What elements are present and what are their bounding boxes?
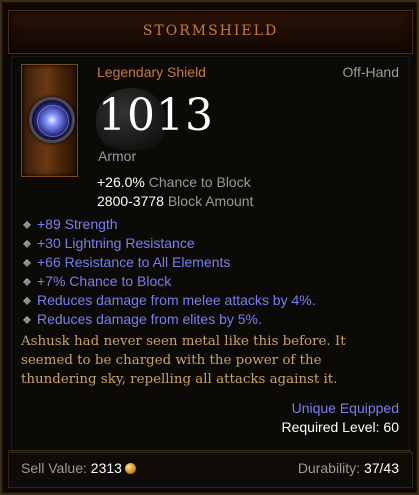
shield-rim — [37, 105, 69, 137]
footer-divider — [8, 450, 411, 451]
gold-coin-icon — [124, 463, 136, 474]
affix-text: +7% Chance to Block — [37, 273, 172, 289]
unique-equipped-label: Unique Equipped — [291, 400, 399, 416]
durability-value: 37/43 — [363, 460, 399, 476]
block-chance-stat: +26.0% Chance to Block — [97, 174, 251, 190]
affix-item: +89 Strength — [21, 215, 316, 234]
diamond-bullet-icon — [23, 258, 31, 267]
item-portrait — [21, 64, 78, 177]
flavor-line: Ashusk had never seen metal like this be… — [21, 334, 346, 349]
affix-text: +30 Lightning Resistance — [37, 235, 195, 251]
diamond-bullet-icon — [23, 277, 31, 286]
flavor-line: thundering sky, repelling all attacks ag… — [21, 372, 338, 387]
item-slot: Off-Hand — [342, 64, 399, 80]
block-amount-label: Block Amount — [167, 193, 254, 209]
block-chance-value: +26.0% — [97, 174, 145, 190]
sell-value-amount: 2313 — [90, 460, 122, 476]
durability: Durability: 37/43 — [298, 460, 399, 476]
affix-item: Reduces damage from elites by 5%. — [21, 310, 316, 329]
affix-text: Reduces damage from elites by 5%. — [37, 311, 262, 327]
affix-text: +66 Resistance to All Elements — [37, 254, 231, 270]
flavor-line: seemed to be charged with the power of t… — [21, 353, 322, 368]
diamond-bullet-icon — [23, 220, 31, 229]
affix-item: Reduces damage from melee attacks by 4%. — [21, 291, 316, 310]
armor-label: Armor — [98, 148, 137, 164]
affix-item: +66 Resistance to All Elements — [21, 253, 316, 272]
item-name: STORMSHIELD — [142, 23, 279, 39]
diamond-bullet-icon — [23, 239, 31, 248]
tooltip-header: STORMSHIELD — [8, 10, 413, 54]
affix-text: +89 Strength — [37, 216, 118, 232]
affix-list: +89 Strength +30 Lightning Resistance +6… — [21, 215, 316, 329]
affix-item: +30 Lightning Resistance — [21, 234, 316, 253]
affix-text: Reduces damage from melee attacks by 4%. — [37, 292, 316, 308]
diamond-bullet-icon — [23, 296, 31, 305]
shield-icon — [29, 97, 75, 143]
block-amount-value: 2800-3778 — [97, 193, 164, 209]
affix-item: +7% Chance to Block — [21, 272, 316, 291]
required-level: Required Level: 60 — [281, 419, 399, 435]
armor-value: 1013 — [98, 90, 214, 141]
diamond-bullet-icon — [23, 315, 31, 324]
sell-value: Sell Value: 2313 — [21, 460, 136, 476]
block-chance-label: Chance to Block — [148, 174, 251, 190]
flavor-text: Ashusk had never seen metal like this be… — [21, 332, 401, 389]
block-amount-stat: 2800-3778 Block Amount — [97, 193, 253, 209]
sell-value-label: Sell Value: — [21, 460, 87, 476]
durability-label: Durability: — [297, 460, 361, 476]
item-type: Legendary Shield — [97, 64, 206, 80]
item-tooltip: STORMSHIELD Legendary Shield Off-Hand 10… — [0, 0, 419, 495]
